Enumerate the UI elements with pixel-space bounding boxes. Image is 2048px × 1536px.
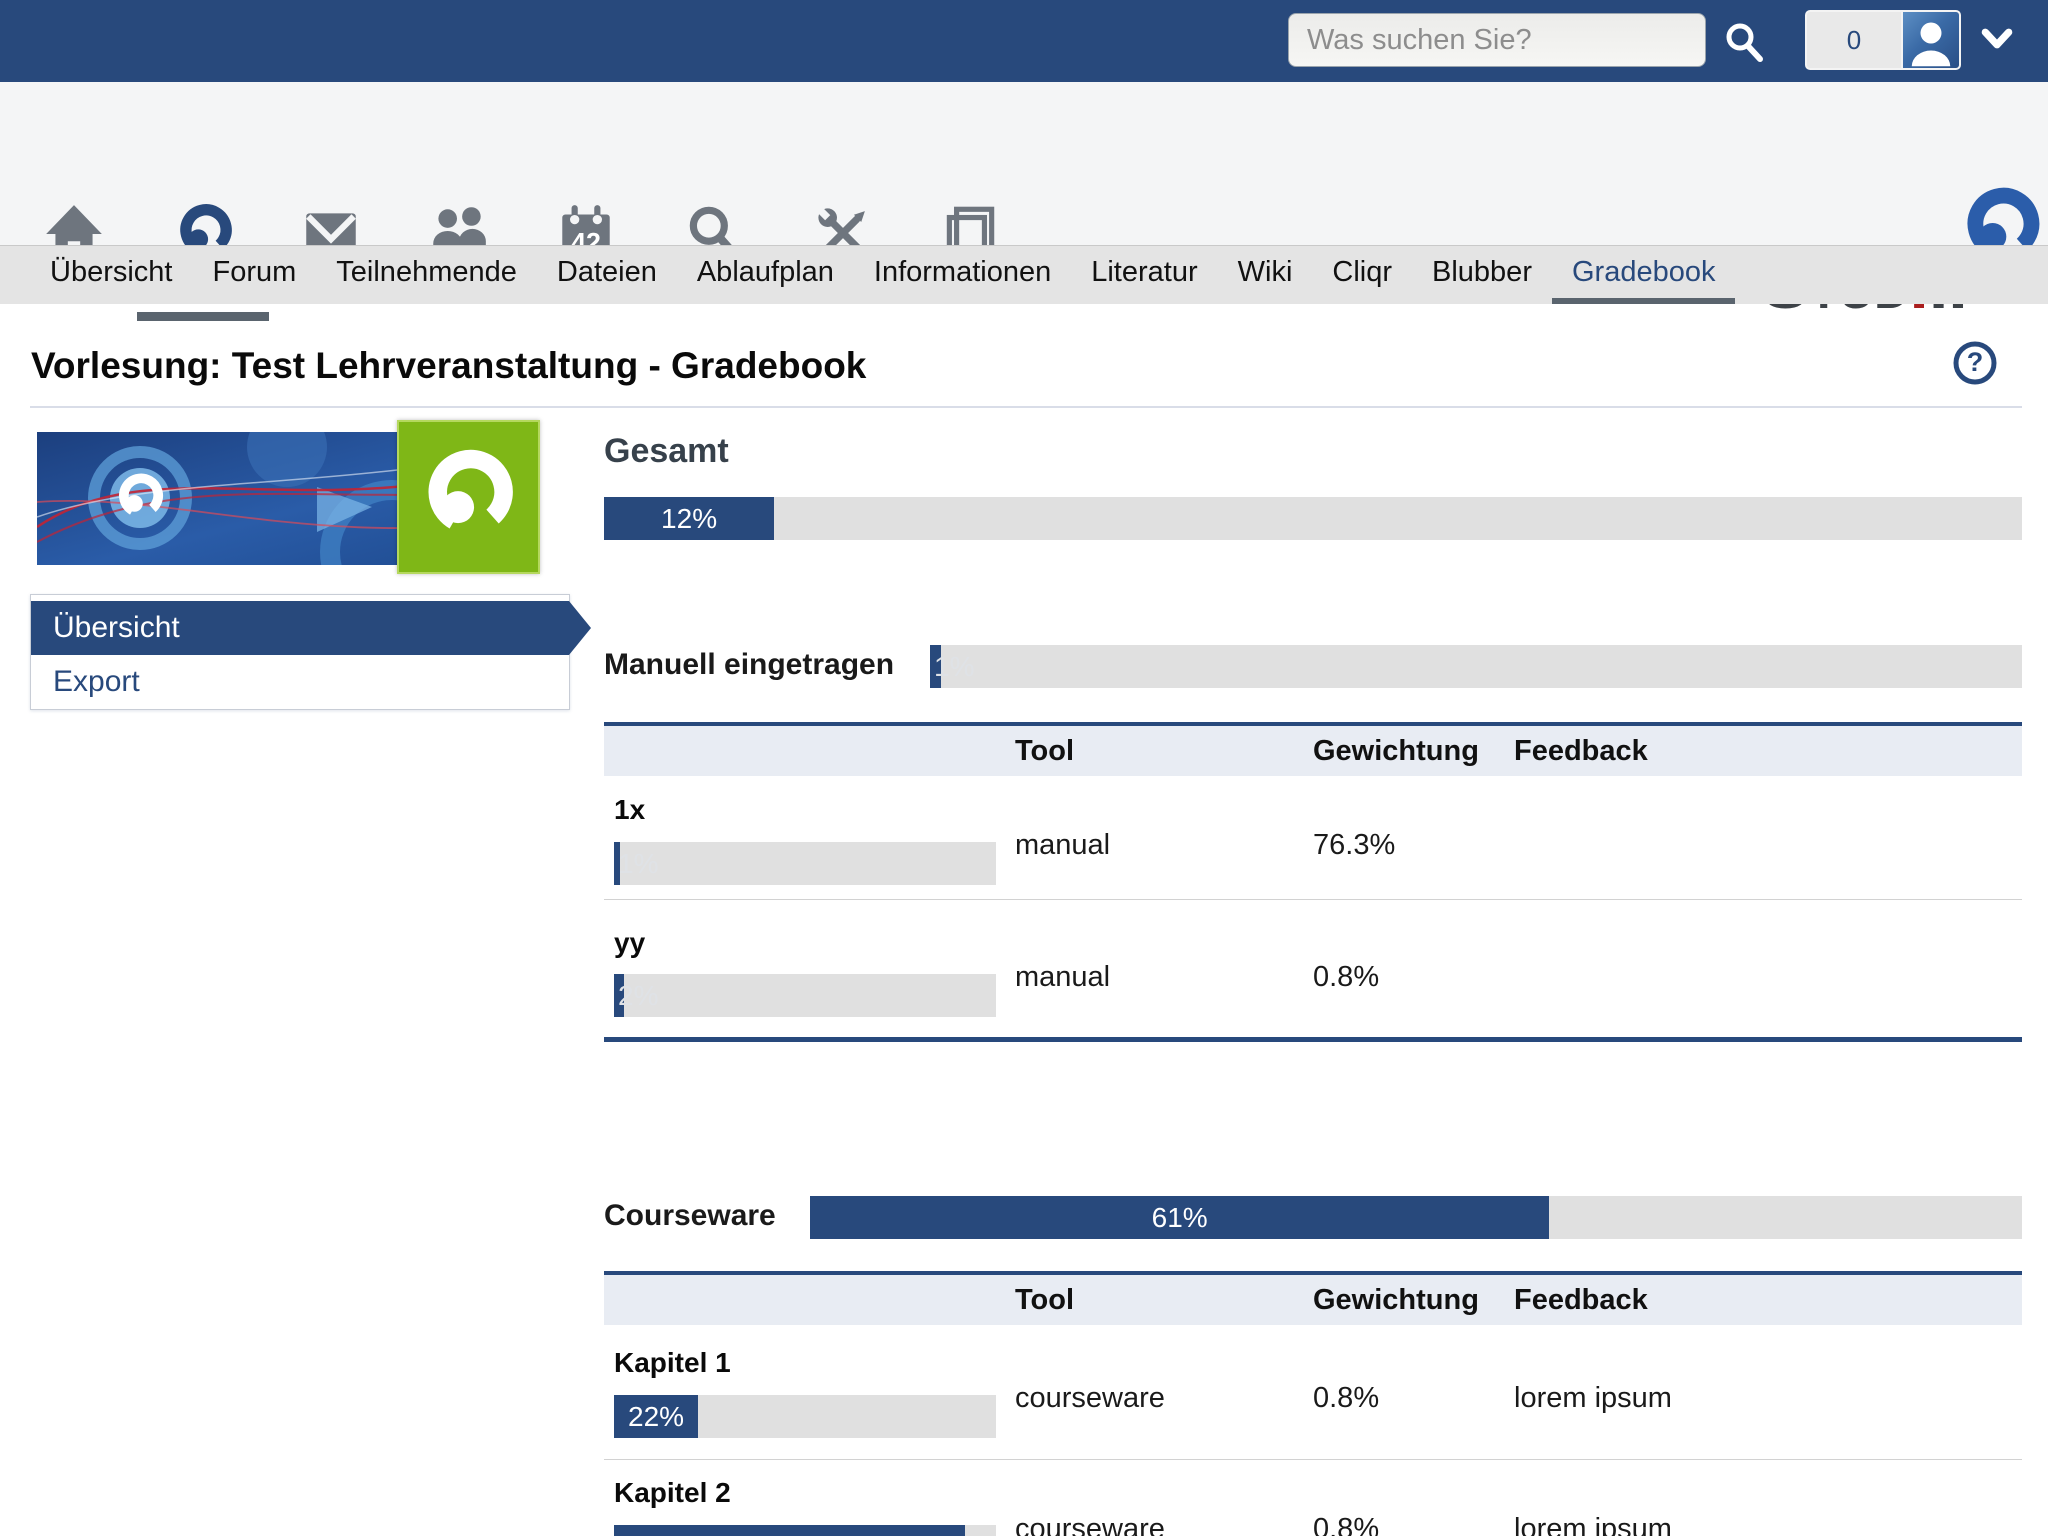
- row-progress-value: 2%: [618, 974, 658, 1017]
- user-menu-chevron[interactable]: [1979, 10, 2023, 70]
- tab-dateien[interactable]: Dateien: [537, 246, 677, 304]
- row-name: 1x: [614, 794, 645, 826]
- section-progress-value: 61%: [1152, 1196, 1208, 1239]
- cell-tool: manual: [1015, 829, 1110, 862]
- user-widget: 0: [1805, 10, 2023, 70]
- row-progressbar: 2%: [614, 974, 996, 1017]
- active-item-arrow: [569, 601, 591, 655]
- column-header-gewichtung: Gewichtung: [1313, 726, 1479, 776]
- sidebar-item-export[interactable]: Export: [31, 655, 569, 709]
- cell-feedback: lorem ipsum: [1514, 1513, 1672, 1536]
- table-bottom-border: [604, 1037, 2022, 1042]
- cell-tool: manual: [1015, 961, 1110, 994]
- sidebar-menu: Übersicht Export: [30, 594, 570, 710]
- sidebar-item-uebersicht[interactable]: Übersicht: [31, 601, 569, 655]
- row-progressbar: 1%: [614, 842, 996, 885]
- avatar[interactable]: [1901, 10, 1961, 70]
- section-progressbar-courseware: 61%: [810, 1196, 2022, 1239]
- tab-wiki[interactable]: Wiki: [1218, 246, 1313, 304]
- cell-gewichtung: 0.8%: [1313, 961, 1379, 994]
- row-progressbar: 22%: [614, 1395, 996, 1438]
- table-header-courseware: Tool Gewichtung Feedback: [604, 1271, 2022, 1325]
- studip-gradebook-page: 0: [0, 0, 2048, 1536]
- section-progressbar-manual: 1%: [930, 645, 2022, 688]
- table-header-manual: Tool Gewichtung Feedback: [604, 722, 2022, 776]
- search-icon: [1722, 52, 1766, 67]
- cell-gewichtung: 76.3%: [1313, 829, 1395, 862]
- column-header-tool: Tool: [1015, 1275, 1074, 1325]
- column-header-feedback: Feedback: [1514, 1275, 1648, 1325]
- overall-heading: Gesamt: [604, 432, 729, 471]
- tab-literatur[interactable]: Literatur: [1071, 246, 1217, 304]
- tab-informationen[interactable]: Informationen: [854, 246, 1071, 304]
- section-heading-manual: Manuell eingetragen: [604, 648, 894, 682]
- chevron-down-icon: [1979, 25, 2015, 55]
- svg-text:?: ?: [1967, 347, 1984, 377]
- section-heading-courseware: Courseware: [604, 1199, 776, 1233]
- overall-progressbar: 12%: [604, 497, 2022, 540]
- cell-tool: courseware: [1015, 1382, 1165, 1415]
- search-submit-button[interactable]: [1722, 20, 1766, 64]
- tab-cliqr[interactable]: Cliqr: [1312, 246, 1412, 304]
- sidebar-item-label: Export: [53, 665, 140, 698]
- tab-uebersicht[interactable]: Übersicht: [30, 246, 193, 304]
- title-divider: [30, 406, 2022, 408]
- section-progress-value: 1%: [934, 645, 974, 688]
- row-progress-value: 1%: [618, 842, 658, 885]
- row-progress-value: 22%: [628, 1395, 684, 1438]
- column-header-gewichtung: Gewichtung: [1313, 1275, 1479, 1325]
- help-icon: ?: [1952, 374, 1998, 389]
- notification-counter[interactable]: 0: [1805, 10, 1901, 70]
- row-name: Kapitel 1: [614, 1347, 731, 1379]
- page-title: Vorlesung: Test Lehrveranstaltung - Grad…: [31, 345, 866, 387]
- row-name: Kapitel 2: [614, 1477, 731, 1509]
- sidebar-item-label: Übersicht: [53, 611, 180, 644]
- cell-gewichtung: 0.8%: [1313, 1382, 1379, 1415]
- row-name: yy: [614, 927, 645, 959]
- column-header-tool: Tool: [1015, 726, 1074, 776]
- tab-ablaufplan[interactable]: Ablaufplan: [677, 246, 854, 304]
- cell-feedback: lorem ipsum: [1514, 1382, 1672, 1415]
- row-progress-value: 92%: [762, 1525, 818, 1536]
- cell-tool: courseware: [1015, 1513, 1165, 1536]
- tab-forum[interactable]: Forum: [193, 246, 317, 304]
- column-header-feedback: Feedback: [1514, 726, 1648, 776]
- help-button[interactable]: ?: [1952, 340, 1998, 386]
- cell-gewichtung: 0.8%: [1313, 1513, 1379, 1536]
- gradebook-content: Gesamt 12% Manuell eingetragen 1% Tool G…: [604, 410, 2022, 1536]
- tab-gradebook[interactable]: Gradebook: [1552, 246, 1736, 304]
- course-tab-bar: Übersicht Forum Teilnehmende Dateien Abl…: [0, 245, 2048, 304]
- overall-progress-value: 12%: [661, 497, 717, 540]
- course-avatar-logo: [397, 420, 540, 574]
- main-icon-toolbar: 42: [0, 82, 2048, 245]
- search-form: [1288, 13, 1706, 67]
- active-icon-underline: [137, 312, 269, 321]
- search-input[interactable]: [1288, 13, 1706, 67]
- row-divider: [604, 1459, 2022, 1460]
- row-divider: [604, 899, 2022, 900]
- row-progressbar: 92%: [614, 1525, 996, 1536]
- tab-teilnehmende[interactable]: Teilnehmende: [316, 246, 537, 304]
- tab-blubber[interactable]: Blubber: [1412, 246, 1552, 304]
- top-bar: 0: [0, 0, 2048, 82]
